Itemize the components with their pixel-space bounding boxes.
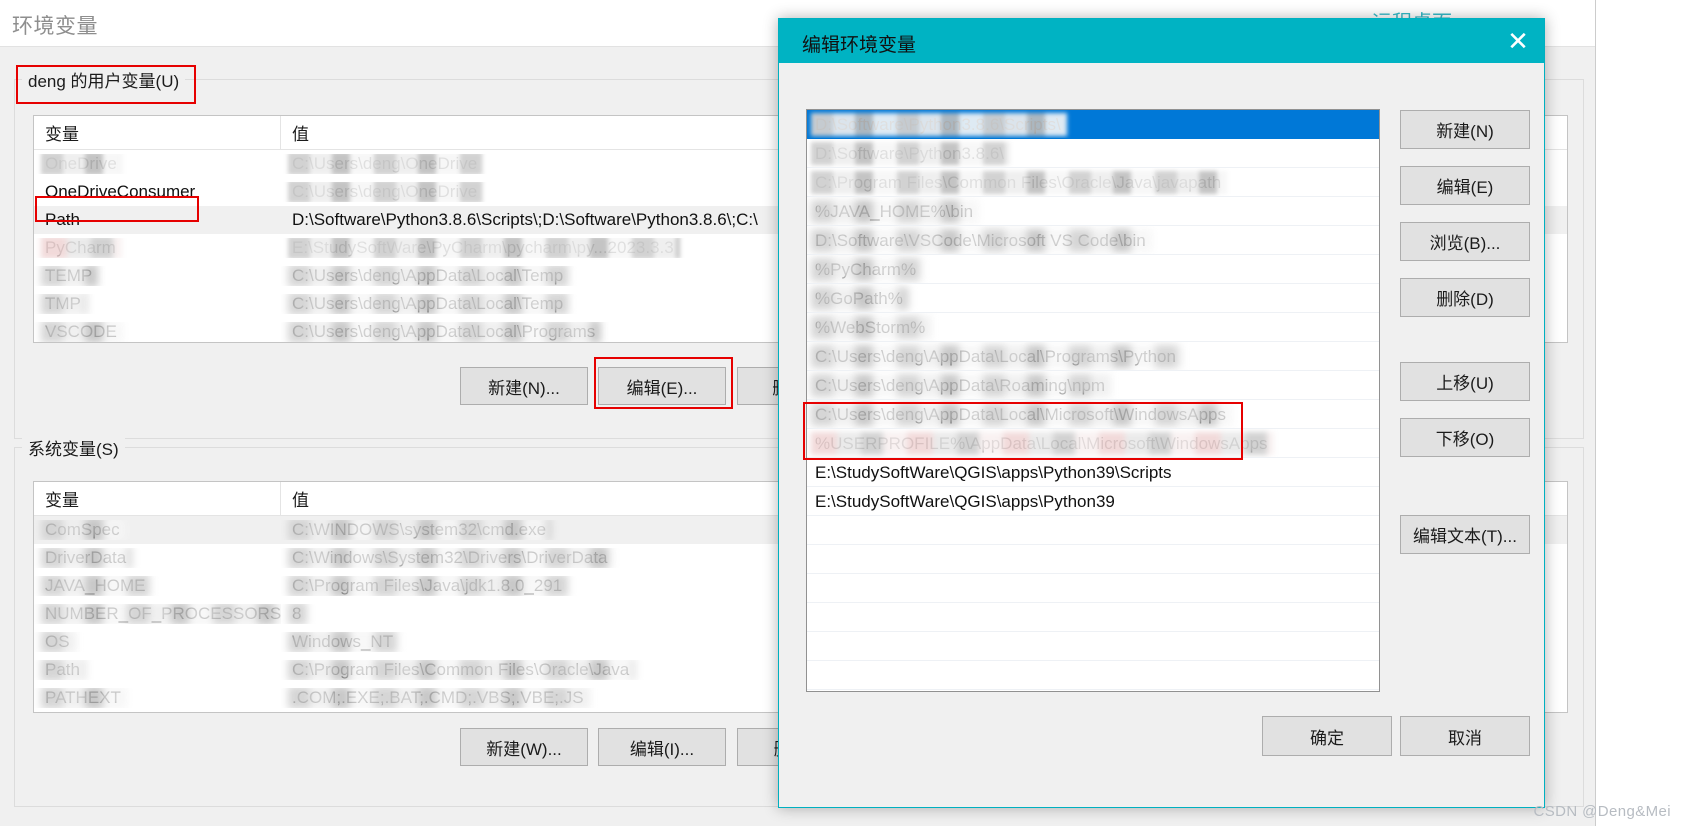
user-variables-label: deng 的用户变量(U) xyxy=(22,67,186,92)
close-icon[interactable]: ✕ xyxy=(1492,19,1544,63)
cell-value: C:\WINDOWS\system32\cmd.exe xyxy=(292,520,547,539)
list-item-empty[interactable] xyxy=(807,632,1379,661)
cell-value: C:\Program Files\Java\jdk1.8.0_291 xyxy=(292,576,563,595)
list-item[interactable]: C:\Program Files\Common Files\Oracle\Jav… xyxy=(807,168,1379,197)
dialog-edit-button[interactable]: 编辑(E) xyxy=(1400,166,1530,205)
cell-value: C:\Users\deng\AppData\Local\Programs xyxy=(292,322,596,341)
dialog-cancel-button[interactable]: 取消 xyxy=(1400,716,1530,756)
list-item[interactable]: %GoPath% xyxy=(807,284,1379,313)
dialog-body: D:\Software\Python3.8.6\Scripts\ D:\Soft… xyxy=(779,63,1544,809)
list-item-label: C:\Users\deng\AppData\Roaming\npm xyxy=(815,376,1106,395)
list-item-label: D:\Software\VSCode\Microsoft VS Code\bin xyxy=(815,231,1146,250)
cell-name: OneDrive xyxy=(45,154,117,173)
list-item[interactable]: %JAVA_HOME%\bin xyxy=(807,197,1379,226)
cell-value: C:\Users\deng\OneDrive xyxy=(292,182,478,201)
cell-name: TMP xyxy=(45,294,81,313)
cell-name: Path xyxy=(45,660,80,679)
system-new-button[interactable]: 新建(W)... xyxy=(460,728,588,766)
list-item-label: %PyCharm% xyxy=(815,260,917,279)
list-item-label: %JAVA_HOME%\bin xyxy=(815,202,974,221)
cell-value: C:\Users\deng\OneDrive xyxy=(292,154,478,173)
list-item[interactable]: D:\Software\VSCode\Microsoft VS Code\bin xyxy=(807,226,1379,255)
cell-value: 8 xyxy=(292,604,302,623)
cell-value: E:\StudySoftWare\PyCharm\pycharm\py...20… xyxy=(292,238,674,257)
list-item-label: D:\Software\Python3.8.6\Scripts\ xyxy=(815,115,1061,134)
list-item-label: E:\StudySoftWare\QGIS\apps\Python39\Scri… xyxy=(815,463,1172,482)
cell-value: C:\Users\deng\AppData\Local\Temp xyxy=(292,266,564,285)
system-variables-label: 系统变量(S) xyxy=(22,435,125,460)
dialog-edit-text-button[interactable]: 编辑文本(T)... xyxy=(1400,515,1530,554)
list-item-empty[interactable] xyxy=(807,574,1379,603)
cell-name: Path xyxy=(45,210,80,229)
list-item-label: E:\StudySoftWare\QGIS\apps\Python39 xyxy=(815,492,1115,511)
list-item-empty[interactable] xyxy=(807,545,1379,574)
list-item-qgis-python39[interactable]: E:\StudySoftWare\QGIS\apps\Python39 xyxy=(807,487,1379,516)
cell-name: TEMP xyxy=(45,266,93,285)
user-edit-button[interactable]: 编辑(E)... xyxy=(598,367,726,405)
list-item-empty[interactable] xyxy=(807,516,1379,545)
cell-value: C:\Windows\System32\Drivers\DriverData xyxy=(292,548,608,567)
list-item-label: %GoPath% xyxy=(815,289,903,308)
dialog-delete-button[interactable]: 删除(D) xyxy=(1400,278,1530,317)
path-entries-list[interactable]: D:\Software\Python3.8.6\Scripts\ D:\Soft… xyxy=(806,109,1380,692)
column-header-name: 变量 xyxy=(34,482,281,515)
cell-name: ComSpec xyxy=(45,520,120,539)
dialog-move-down-button[interactable]: 下移(O) xyxy=(1400,418,1530,457)
list-item-qgis-scripts[interactable]: E:\StudySoftWare\QGIS\apps\Python39\Scri… xyxy=(807,458,1379,487)
cell-name: VSCODE xyxy=(45,322,117,341)
list-item[interactable]: C:\Users\deng\AppData\Local\Microsoft\Wi… xyxy=(807,400,1379,429)
cell-value: C:\Users\deng\AppData\Local\Temp xyxy=(292,294,564,313)
cell-value: Windows_NT xyxy=(292,632,394,651)
cell-name: OneDriveConsumer xyxy=(45,182,196,201)
user-new-button[interactable]: 新建(N)... xyxy=(460,367,588,405)
cell-name: OS xyxy=(45,632,70,651)
list-item-label: C:\Users\deng\AppData\Local\Programs\Pyt… xyxy=(815,347,1176,366)
list-item[interactable]: %PyCharm% xyxy=(807,255,1379,284)
list-item-label: %WebStorm% xyxy=(815,318,926,337)
dialog-browse-button[interactable]: 浏览(B)... xyxy=(1400,222,1530,261)
edit-environment-variable-dialog: 编辑环境变量 ✕ D:\Software\Python3.8.6\Scripts… xyxy=(778,18,1545,808)
system-edit-button[interactable]: 编辑(I)... xyxy=(598,728,726,766)
list-item-label: C:\Program Files\Common Files\Oracle\Jav… xyxy=(815,173,1222,192)
cell-value: D:\Software\Python3.8.6\Scripts\;D:\Soft… xyxy=(292,210,758,229)
list-item[interactable]: C:\Users\deng\AppData\Roaming\npm xyxy=(807,371,1379,400)
dialog-titlebar: 编辑环境变量 ✕ xyxy=(779,19,1544,63)
list-item[interactable]: D:\Software\Python3.8.6\Scripts\ xyxy=(807,110,1379,139)
list-item-empty[interactable] xyxy=(807,603,1379,632)
cell-name: DriverData xyxy=(45,548,127,567)
cell-value: C:\Program Files\Common Files\Oracle\Jav… xyxy=(292,660,630,679)
list-item-label: C:\Users\deng\AppData\Local\Microsoft\Wi… xyxy=(815,405,1227,424)
list-item-empty[interactable] xyxy=(807,661,1379,690)
dialog-new-button[interactable]: 新建(N) xyxy=(1400,110,1530,149)
list-item[interactable]: %USERPROFILE%\AppData\Local\Microsoft\Wi… xyxy=(807,429,1379,458)
back-window-title: 环境变量 xyxy=(12,15,98,38)
list-item[interactable]: D:\Software\Python3.8.6\ xyxy=(807,139,1379,168)
column-header-name: 变量 xyxy=(34,116,281,149)
list-item[interactable]: %WebStorm% xyxy=(807,313,1379,342)
cell-name: NUMBER_OF_PROCESSORS xyxy=(45,604,281,623)
list-item-empty[interactable] xyxy=(807,690,1379,691)
watermark: CSDN @Deng&Mei xyxy=(1533,803,1671,820)
dialog-title: 编辑环境变量 xyxy=(802,35,917,56)
list-item[interactable]: C:\Users\deng\AppData\Local\Programs\Pyt… xyxy=(807,342,1379,371)
list-item-label: D:\Software\Python3.8.6\ xyxy=(815,144,1004,163)
cell-name: PATHEXT xyxy=(45,688,121,707)
cell-value: .COM;.EXE;.BAT;.CMD;.VBS;.VBE;.JS xyxy=(292,688,584,707)
cell-name: JAVA_HOME xyxy=(45,576,146,595)
cell-name: PyCharm xyxy=(45,238,116,257)
screen-root: 环境变量 远程桌面 ⌄ deng 的用户变量(U) 变量 值 OneDrive … xyxy=(0,0,1683,826)
list-item-label: %USERPROFILE%\AppData\Local\Microsoft\Wi… xyxy=(815,434,1268,453)
dialog-move-up-button[interactable]: 上移(U) xyxy=(1400,362,1530,401)
dialog-ok-button[interactable]: 确定 xyxy=(1262,716,1392,756)
